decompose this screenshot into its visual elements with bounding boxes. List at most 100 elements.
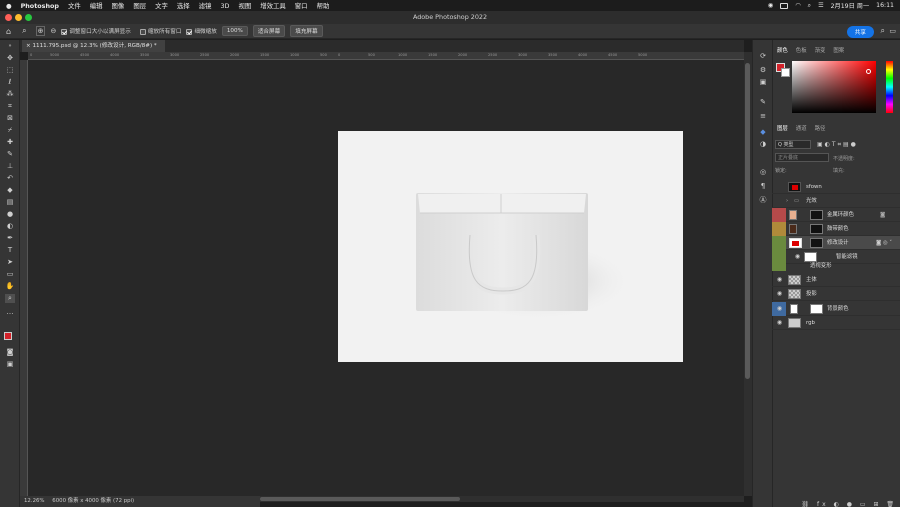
layer-name[interactable]: 修改设计 xyxy=(827,236,849,250)
tab-swatches[interactable]: 色板 xyxy=(792,46,811,56)
collapse-toolbar-icon[interactable]: » xyxy=(5,42,15,51)
document-info[interactable]: 6000 像素 x 4000 像素 (72 ppi) xyxy=(52,498,134,504)
vertical-ruler[interactable] xyxy=(20,60,28,496)
workspace-icon[interactable]: ▭ xyxy=(889,27,896,35)
eye-icon[interactable]: ◉ xyxy=(776,305,783,312)
search-icon[interactable]: ⌕ xyxy=(881,26,885,36)
battery-icon[interactable] xyxy=(780,2,789,9)
rectangle-tool-icon[interactable]: ▭ xyxy=(5,270,15,279)
layer-name[interactable]: rgb xyxy=(806,316,815,330)
layer-name[interactable]: 鼓带颜色 xyxy=(827,222,849,236)
brush-settings-icon[interactable]: ✎ xyxy=(758,98,768,106)
home-icon[interactable]: ⌂ xyxy=(6,27,11,36)
hue-slider[interactable] xyxy=(886,61,893,113)
layer-row[interactable]: ◉ 投影 xyxy=(772,287,900,301)
layer-name[interactable]: 光效 xyxy=(806,194,817,208)
layer-row[interactable]: 鼓带颜色 xyxy=(772,222,900,236)
menu-app-name[interactable]: Photoshop xyxy=(21,2,59,10)
horizontal-ruler[interactable]: 0 5000 4500 4000 3500 3000 2500 2000 150… xyxy=(28,52,744,60)
zoom-level[interactable]: 12.26% xyxy=(24,498,45,504)
layer-row[interactable]: ◉ 主体 xyxy=(772,273,900,287)
layer-name[interactable]: 金属环颜色 xyxy=(827,208,854,222)
tab-gradients[interactable]: 渐变 xyxy=(811,46,830,56)
vertical-scroll-thumb[interactable] xyxy=(745,63,750,379)
zoom-window-button[interactable] xyxy=(25,14,32,21)
frame-tool-icon[interactable]: ⊠ xyxy=(5,114,15,123)
background-color-chip[interactable] xyxy=(781,68,790,77)
gradient-tool-icon[interactable]: ▤ xyxy=(5,198,15,207)
color-field[interactable] xyxy=(792,61,876,113)
eyedropper-tool-icon[interactable]: ⌿ xyxy=(5,126,15,135)
tab-paths[interactable]: 路径 xyxy=(811,124,830,134)
blur-tool-icon[interactable]: ● xyxy=(5,210,15,219)
tab-patterns[interactable]: 图案 xyxy=(829,46,848,56)
eye-icon[interactable]: ◉ xyxy=(776,319,783,326)
clone-stamp-tool-icon[interactable]: ⊥ xyxy=(5,162,15,171)
eye-icon[interactable]: ◉ xyxy=(776,276,783,283)
fit-screen-button[interactable]: 适合屏幕 xyxy=(252,25,286,37)
tab-layers[interactable]: 图层 xyxy=(773,124,792,134)
libraries-icon[interactable]: ◆ xyxy=(758,128,768,136)
document-tab[interactable]: × 1111.795.psd @ 12.3% (修改设计, RGB/8#) * xyxy=(22,40,165,52)
paragraph-icon[interactable]: ¶ xyxy=(758,182,768,190)
document-canvas[interactable] xyxy=(338,131,683,362)
zoom-tool-preset-icon[interactable]: ⌕ xyxy=(22,26,26,36)
zoom-100-button[interactable]: 100% xyxy=(221,26,248,36)
minimize-window-button[interactable] xyxy=(15,14,22,21)
properties-icon[interactable]: ⚙ xyxy=(758,66,768,74)
menu-filter[interactable]: 滤镜 xyxy=(199,1,212,10)
menu-help[interactable]: 帮助 xyxy=(317,1,330,10)
zoom-tool-icon[interactable]: ⌕ xyxy=(5,294,15,303)
menu-edit[interactable]: 编辑 xyxy=(90,1,103,10)
search-icon[interactable]: ⌕ xyxy=(808,2,811,10)
dodge-tool-icon[interactable]: ◐ xyxy=(5,222,15,231)
magic-wand-tool-icon[interactable]: ⁂ xyxy=(5,90,15,99)
zoom-out-icon[interactable]: ⊖ xyxy=(50,27,56,35)
menu-layer[interactable]: 图层 xyxy=(133,1,146,10)
screen-mode-icon[interactable]: ▣ xyxy=(5,360,15,369)
tab-color[interactable]: 颜色 xyxy=(773,46,792,56)
healing-brush-tool-icon[interactable]: ✚ xyxy=(5,138,15,147)
close-window-button[interactable] xyxy=(5,14,12,21)
layer-row[interactable]: 金属环颜色 ◙ xyxy=(772,208,900,222)
resize-windows-checkbox[interactable]: 调整窗口大小以满屏显示 xyxy=(61,27,131,35)
more-tools-icon[interactable]: … xyxy=(5,308,15,317)
character-icon[interactable]: Ⓐ xyxy=(758,196,768,204)
menu-image[interactable]: 图像 xyxy=(112,1,125,10)
channels-icon[interactable]: ◎ xyxy=(758,168,768,176)
layers-footer-buttons[interactable]: ⛓ fx ◐ ● ▭ ⊞ 🗑 xyxy=(773,501,900,507)
zoom-all-windows-checkbox[interactable]: 缩放所有窗口 xyxy=(139,27,181,35)
layer-row[interactable]: ◉ 背景颜色 xyxy=(772,302,900,316)
layer-filter-icons[interactable]: ▣◐T⌗▤● xyxy=(817,141,858,149)
quick-mask-icon[interactable]: ◙ xyxy=(5,348,15,357)
path-selection-tool-icon[interactable]: ➤ xyxy=(5,258,15,267)
layer-name[interactable]: 主体 xyxy=(806,273,817,287)
menu-select[interactable]: 选择 xyxy=(177,1,190,10)
menu-plugins[interactable]: 增效工具 xyxy=(260,1,286,10)
comments-icon[interactable]: ▣ xyxy=(758,78,768,86)
move-tool-icon[interactable]: ✥ xyxy=(5,54,15,63)
menu-window[interactable]: 窗口 xyxy=(295,1,308,10)
type-tool-icon[interactable]: T xyxy=(5,246,15,255)
group-expand-icon[interactable]: › xyxy=(786,194,788,208)
menu-file[interactable]: 文件 xyxy=(68,1,81,10)
history-icon[interactable]: ⟳ xyxy=(758,52,768,60)
foreground-color-swatch[interactable] xyxy=(4,332,12,340)
smart-filter-item-row[interactable]: 透视变形 xyxy=(772,260,900,271)
layer-row-selected[interactable]: 修改设计 ◙ ◎ ˅ xyxy=(772,236,900,250)
share-button[interactable]: 共享 xyxy=(846,26,874,38)
adjustments-icon[interactable]: ≡ xyxy=(758,112,768,120)
apple-icon[interactable]: ● xyxy=(6,2,12,10)
marquee-tool-icon[interactable]: ⬚ xyxy=(5,66,15,75)
crop-tool-icon[interactable]: ⌗ xyxy=(5,102,15,111)
horizontal-scroll-thumb[interactable] xyxy=(260,497,460,501)
layer-name[interactable]: 背景颜色 xyxy=(827,302,849,316)
fill-screen-button[interactable]: 填充屏幕 xyxy=(290,25,323,37)
layer-filter-select[interactable]: Q 类型 xyxy=(775,140,811,149)
eye-icon[interactable]: ◉ xyxy=(776,290,783,297)
menu-type[interactable]: 文字 xyxy=(155,1,168,10)
layer-row[interactable]: ◉ rgb xyxy=(772,316,900,330)
history-brush-tool-icon[interactable]: ↶ xyxy=(5,174,15,183)
layer-name[interactable]: 投影 xyxy=(806,287,817,301)
scrubby-zoom-checkbox[interactable]: 细微缩放 xyxy=(186,27,217,35)
